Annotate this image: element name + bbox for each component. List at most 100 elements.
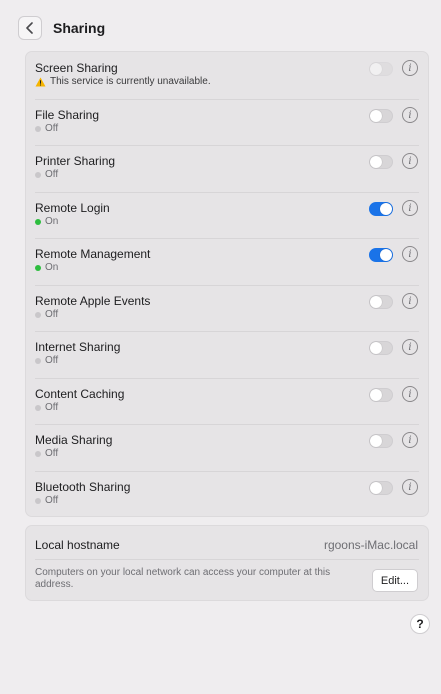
service-status: Off [35,169,58,180]
help-button[interactable]: ? [410,614,430,634]
service-row-remote-login: Remote Login On i [26,192,428,238]
info-icon[interactable]: i [402,246,418,262]
printer-sharing-toggle[interactable] [369,155,393,169]
service-row-media-sharing: Media Sharing Off i [26,424,428,470]
service-row-file-sharing: File Sharing Off i [26,99,428,145]
divider [35,192,419,193]
toggle-knob [370,63,382,75]
service-status-text: Off [45,309,59,320]
service-status-text: This service is currently unavailable. [50,76,211,87]
toggle-knob [370,342,382,354]
divider [35,471,419,472]
toggle-knob [370,482,382,494]
service-status: Off [35,495,58,506]
divider [35,331,419,332]
file-sharing-toggle[interactable] [369,109,393,123]
service-row-content-caching: Content Caching Off i [26,378,428,424]
hostname-section: Local hostname rgoons-iMac.local Compute… [25,525,429,601]
toggle-knob [380,203,392,215]
toggle-knob [370,389,382,401]
info-icon[interactable]: i [402,293,418,309]
bluetooth-sharing-toggle[interactable] [369,481,393,495]
service-name: Bluetooth Sharing [35,480,131,494]
remote-management-toggle[interactable] [369,248,393,262]
service-row-internet-sharing: Internet Sharing Off i [26,331,428,377]
service-status-text: On [45,262,59,273]
divider [35,238,419,239]
service-name: File Sharing [35,108,100,122]
service-row-remote-apple-events: Remote Apple Events Off i [26,285,428,331]
toggle-knob [370,156,382,168]
status-dot [35,171,41,178]
info-icon[interactable]: i [402,60,418,76]
service-name: Media Sharing [35,433,113,447]
service-status-text: Off [45,495,59,506]
service-row-bluetooth-sharing: Bluetooth Sharing Off i [26,471,428,517]
toggle-knob [370,435,382,447]
service-status: This service is currently unavailable. [35,76,211,87]
divider [35,378,419,379]
service-status: Off [35,402,58,413]
status-dot [35,497,41,504]
service-status-text: Off [45,123,59,134]
media-sharing-toggle[interactable] [369,434,393,448]
service-status-text: Off [45,402,59,413]
content-caching-toggle[interactable] [369,388,393,402]
status-dot [35,125,41,132]
hostname-label: Local hostname [35,538,120,552]
divider [35,99,419,100]
divider [35,145,419,146]
service-status: On [35,216,58,227]
status-dot [35,311,41,318]
service-status: Off [35,309,58,320]
service-name: Screen Sharing [35,61,118,75]
service-status-text: Off [45,448,59,459]
service-name: Printer Sharing [35,154,116,168]
status-dot [35,357,41,364]
service-name: Remote Apple Events [35,294,151,308]
info-icon[interactable]: i [402,432,418,448]
chevron-left-icon [26,22,33,34]
edit-hostname-button[interactable]: Edit... [371,569,418,592]
page-title: Sharing [53,20,106,36]
service-status: Off [35,448,58,459]
hostname-description: Computers on your local network can acce… [35,567,331,590]
remote-login-toggle[interactable] [369,202,393,216]
info-icon[interactable]: i [402,200,418,216]
toggle-knob [380,249,392,261]
services-list: Screen Sharing This service is currently… [25,51,429,517]
service-row-screen-sharing: Screen Sharing This service is currently… [26,52,428,98]
service-status-text: Off [45,355,59,366]
info-icon[interactable]: i [402,153,418,169]
divider [35,285,419,286]
toggle-knob [370,110,382,122]
service-name: Remote Login [35,201,110,215]
warning-icon [35,77,46,86]
service-name: Content Caching [35,387,125,401]
service-name: Remote Management [35,247,151,261]
back-button[interactable] [18,16,42,40]
hostname-value: rgoons-iMac.local [323,538,418,552]
info-icon[interactable]: i [402,479,418,495]
service-row-printer-sharing: Printer Sharing Off i [26,145,428,191]
status-dot [35,450,41,457]
status-dot [35,218,41,225]
info-icon[interactable]: i [402,107,418,123]
remote-apple-events-toggle[interactable] [369,295,393,309]
service-row-remote-management: Remote Management On i [26,238,428,284]
info-icon[interactable]: i [402,386,418,402]
service-name: Internet Sharing [35,340,121,354]
divider [35,559,419,560]
service-status-text: On [45,216,59,227]
screen-sharing-toggle[interactable] [369,62,393,76]
service-status: Off [35,123,58,134]
status-dot [35,264,41,271]
service-status: On [35,262,58,273]
header: Sharing [18,15,105,41]
status-dot [35,404,41,411]
info-icon[interactable]: i [402,339,418,355]
internet-sharing-toggle[interactable] [369,341,393,355]
divider [35,424,419,425]
service-status-text: Off [45,169,59,180]
service-status: Off [35,355,58,366]
